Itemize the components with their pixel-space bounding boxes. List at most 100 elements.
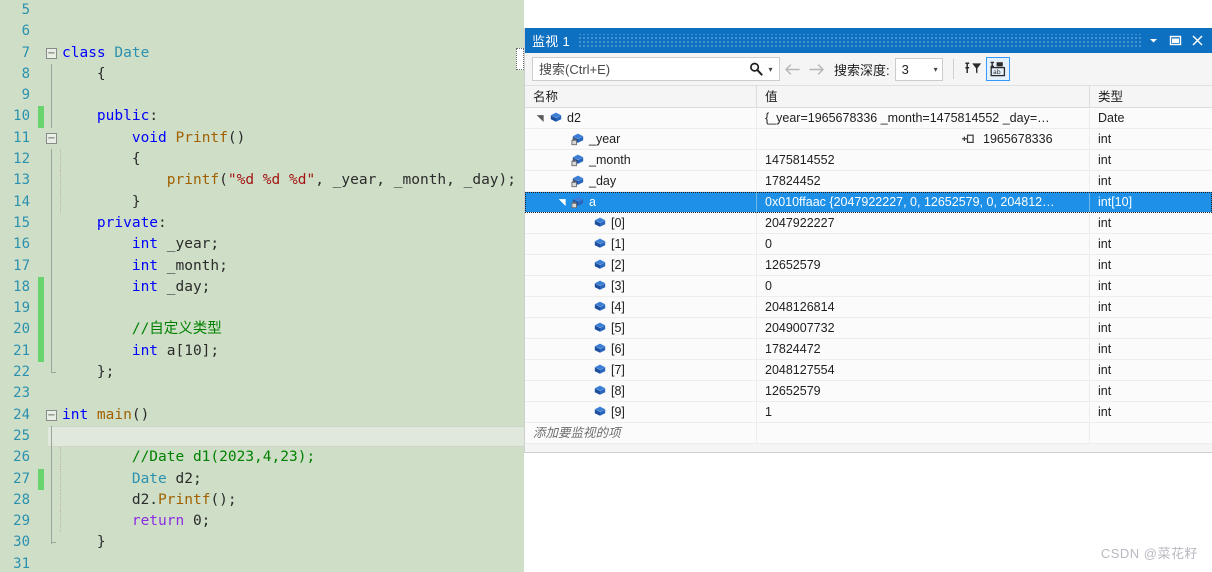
code-line[interactable]: 19 <box>0 298 524 320</box>
search-depth-select[interactable]: 3 ▾ <box>894 57 943 81</box>
watch-row-value-cell[interactable]: 2048127554 <box>757 359 1090 381</box>
fold-gutter[interactable] <box>44 149 60 171</box>
search-options-chevron-down-icon[interactable]: ▾ <box>766 65 775 74</box>
search-box[interactable]: ▾ <box>532 57 780 81</box>
watch-row-value-cell[interactable]: 0 <box>757 275 1090 297</box>
watch-title-bar[interactable]: 监视 1 <box>525 28 1212 53</box>
code-line[interactable]: 9 <box>0 85 524 107</box>
code-line[interactable]: 24 − int main() <box>0 405 524 426</box>
fold-gutter[interactable] <box>44 489 60 512</box>
fold-gutter[interactable] <box>44 362 60 383</box>
search-back-button[interactable] <box>780 57 804 81</box>
watch-row-value-cell[interactable]: 1475814552 <box>757 149 1090 171</box>
watch-row[interactable]: [9] 1 int <box>525 401 1212 423</box>
fold-gutter[interactable] <box>44 276 60 299</box>
code-line[interactable]: 22 }; <box>0 362 524 383</box>
chevron-down-icon[interactable]: ▾ <box>934 65 938 74</box>
add-watch-item-row[interactable]: 添加要监视的项 <box>525 422 1212 444</box>
code-line[interactable]: 13 printf("%d %d %d", _year, _month, _da… <box>0 170 524 192</box>
watch-row-value-cell[interactable]: 12652579 <box>757 254 1090 276</box>
watch-row-name-cell[interactable]: ◢ d2 <box>525 107 757 129</box>
code-line[interactable]: 7 − class Date <box>0 43 524 64</box>
watch-row[interactable]: ◢ a 0x010ffaac {2047922227, 0, 12652579, 0… <box>525 191 1212 213</box>
fold-collapse-icon[interactable]: − <box>46 409 57 421</box>
fold-gutter[interactable] <box>44 191 60 213</box>
fold-gutter[interactable] <box>44 298 60 320</box>
watch-row-value-cell[interactable]: 1 <box>757 401 1090 423</box>
fold-gutter[interactable] <box>44 447 60 469</box>
fold-gutter[interactable] <box>44 212 60 235</box>
watch-row[interactable]: [2] 12652579 int <box>525 254 1212 276</box>
fold-gutter[interactable] <box>44 106 60 128</box>
code-line[interactable]: 30 } <box>0 532 524 553</box>
watch-row-value-cell[interactable]: 1965678336 <box>757 128 1090 150</box>
watch-row-value-cell[interactable]: 17824452 <box>757 170 1090 192</box>
add-watch-item-value-cell[interactable] <box>757 422 1090 444</box>
watch-row-value-cell[interactable]: {_year=1965678336 _month=1475814552 _day… <box>757 107 1090 129</box>
fold-gutter[interactable]: − <box>44 405 60 426</box>
watch-row[interactable]: _year 1965678336 int <box>525 128 1212 150</box>
fold-gutter[interactable] <box>44 170 60 192</box>
code-line[interactable]: 8 { <box>0 63 524 86</box>
code-line[interactable]: 20 //自定义类型 <box>0 319 524 341</box>
watch-row-name-cell[interactable]: [1] <box>525 233 757 255</box>
fold-gutter[interactable] <box>44 468 60 490</box>
expander-triangle-icon[interactable]: ◢ <box>552 195 573 209</box>
code-line[interactable]: 17 int _month; <box>0 255 524 277</box>
code-line[interactable]: 23 <box>0 383 524 404</box>
watch-row[interactable]: [5] 2049007732 int <box>525 317 1212 339</box>
watch-row[interactable]: [8] 12652579 int <box>525 380 1212 402</box>
fold-gutter[interactable] <box>44 319 60 341</box>
watch-row-value-cell[interactable]: 12652579 <box>757 380 1090 402</box>
watch-row[interactable]: [3] 0 int <box>525 275 1212 297</box>
fold-collapse-icon[interactable]: − <box>46 132 57 144</box>
code-line[interactable]: 21 int a[10]; <box>0 340 524 363</box>
fold-gutter[interactable] <box>44 340 60 363</box>
watch-row-value-cell[interactable]: 2048126814 <box>757 296 1090 318</box>
watch-row-value-cell[interactable]: 2047922227 <box>757 212 1090 234</box>
fold-gutter[interactable] <box>44 85 60 107</box>
watch-row-name-cell[interactable]: [5] <box>525 317 757 339</box>
code-line[interactable]: 26 //Date d1(2023,4,23); <box>0 447 524 469</box>
watch-row[interactable]: [7] 2048127554 int <box>525 359 1212 381</box>
watch-row-value-cell[interactable]: 17824472 <box>757 338 1090 360</box>
watch-row[interactable]: [4] 2048126814 int <box>525 296 1212 318</box>
watch-row-name-cell[interactable]: [3] <box>525 275 757 297</box>
search-forward-button[interactable] <box>804 57 828 81</box>
fold-gutter[interactable] <box>44 0 60 21</box>
column-header-type[interactable]: 类型 <box>1090 86 1212 108</box>
watch-row-name-cell[interactable]: [9] <box>525 401 757 423</box>
watch-row[interactable]: [6] 17824472 int <box>525 338 1212 360</box>
watch-row-name-cell[interactable]: _month <box>525 149 757 171</box>
fold-gutter[interactable]: − <box>44 128 60 149</box>
watch-row-name-cell[interactable]: [0] <box>525 212 757 234</box>
search-icon[interactable] <box>748 61 764 77</box>
watch-row-name-cell[interactable]: [6] <box>525 338 757 360</box>
code-line[interactable]: 12 { <box>0 149 524 171</box>
search-input[interactable] <box>539 59 748 79</box>
code-line[interactable]: 6 <box>0 21 524 42</box>
watch-row[interactable]: _month 1475814552 int <box>525 149 1212 171</box>
code-line[interactable]: 25 { <box>0 425 524 448</box>
pin-filter-icon[interactable] <box>962 57 986 81</box>
fold-gutter[interactable] <box>44 63 60 86</box>
code-line[interactable]: 29 return 0; <box>0 511 524 533</box>
fold-gutter[interactable] <box>44 255 60 277</box>
code-line[interactable]: 11 − void Printf() <box>0 128 524 149</box>
code-line[interactable]: 5 <box>0 0 524 21</box>
watch-row-name-cell[interactable]: [8] <box>525 380 757 402</box>
code-line[interactable]: 10 public: <box>0 106 524 128</box>
code-line[interactable]: 14 } <box>0 191 524 213</box>
code-line[interactable]: 18 int _day; <box>0 276 524 299</box>
fold-gutter[interactable] <box>44 383 60 404</box>
watch-row-value-cell[interactable]: 2049007732 <box>757 317 1090 339</box>
editor-scrollbar-thumb[interactable] <box>516 48 524 70</box>
pin-icon[interactable] <box>957 133 979 145</box>
watch-row-name-cell[interactable]: [4] <box>525 296 757 318</box>
add-watch-item-placeholder[interactable]: 添加要监视的项 <box>525 422 757 444</box>
watch-row[interactable]: [1] 0 int <box>525 233 1212 255</box>
fold-gutter[interactable] <box>44 532 60 553</box>
code-line[interactable]: 27 Date d2; <box>0 468 524 490</box>
fold-gutter[interactable]: − <box>44 43 60 64</box>
watch-row-name-cell[interactable]: [7] <box>525 359 757 381</box>
